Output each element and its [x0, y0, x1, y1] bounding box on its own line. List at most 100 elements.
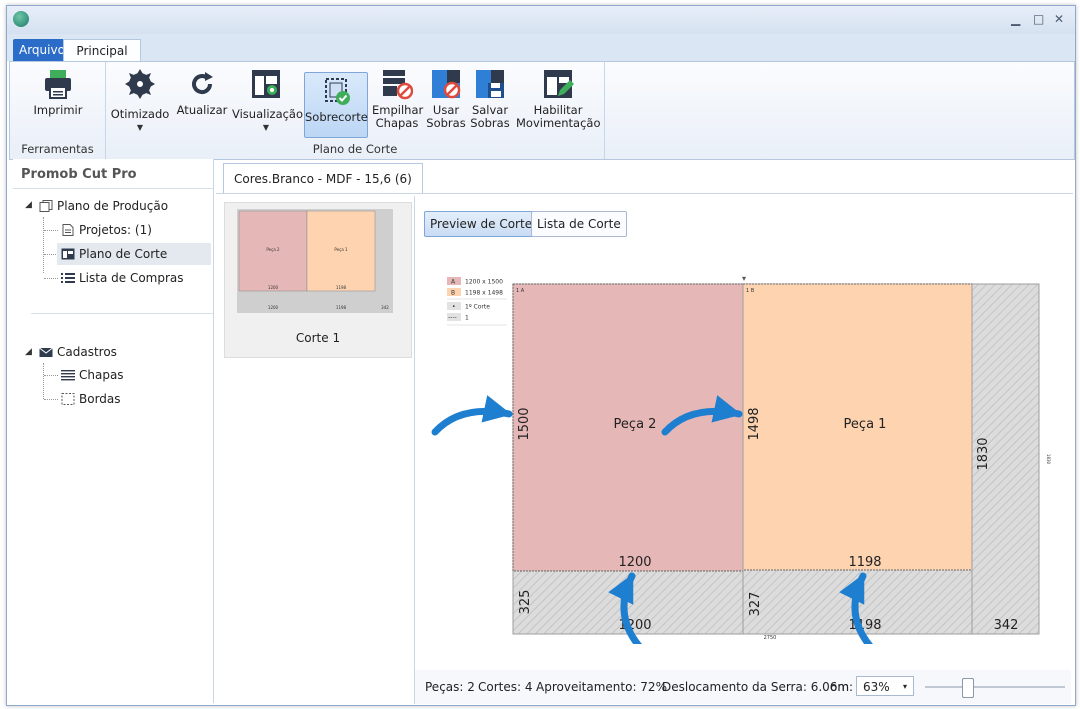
- status-bar: Peças: 2 Cortes: 4 Aproveitamento: 72% D…: [415, 670, 1071, 704]
- sheet-edge-label: 1830: [1046, 454, 1051, 465]
- optimized-dropdown-caret: ▼: [136, 123, 144, 132]
- bottom-right-height: 327: [748, 592, 763, 617]
- thumb-piece2-width: 1200: [268, 285, 279, 290]
- piece2-height: 1500: [517, 407, 532, 440]
- overcut-icon: [320, 75, 352, 107]
- piece2-label: Peça 2: [614, 417, 657, 432]
- cut-list-button[interactable]: Lista de Corte: [531, 211, 627, 237]
- use-leftovers-button[interactable]: Usar Sobras: [426, 68, 466, 130]
- tree-item-edges[interactable]: Bordas: [61, 388, 121, 410]
- chevron-down-icon: ▾: [902, 682, 907, 691]
- save-leftovers-button[interactable]: Salvar Sobras: [470, 68, 510, 130]
- group-ferramentas: Imprimir Ferramentas: [10, 62, 106, 159]
- status-pieces: Peças: 2: [425, 680, 475, 694]
- sheets-icon: [61, 370, 75, 381]
- stack-sheets-label-2: Chapas: [375, 116, 419, 130]
- legend-line-key: ----: [448, 315, 457, 322]
- maximize-button[interactable]: □: [1033, 12, 1044, 26]
- annotation-arrow-left: [431, 395, 513, 436]
- documents-icon: [39, 200, 53, 212]
- close-button[interactable]: ✕: [1054, 12, 1064, 26]
- document-tab[interactable]: Cores.Branco - MDF - 15,6 (6): [223, 163, 423, 194]
- enable-movement-button[interactable]: Habilitar Movimentação: [516, 68, 601, 130]
- status-saw-travel: Deslocamento da Serra: 6.06m: [662, 680, 850, 694]
- save-leftovers-icon: [474, 68, 506, 100]
- use-leftovers-icon: [430, 68, 462, 100]
- tree-label: Plano de Produção: [57, 199, 169, 213]
- zoom-value: 63%: [863, 680, 890, 694]
- cut-thumbnail-preview: Peça 2 Peça 1 1200 1198 1200 1198 342: [237, 209, 393, 313]
- group-label-ferramentas: Ferramentas: [21, 142, 94, 156]
- view-label: Visualização: [232, 107, 304, 121]
- app-logo-icon: [13, 11, 29, 27]
- thumbnail-column: Peça 2 Peça 1 1200 1198 1200 1198 342 Co…: [218, 196, 415, 704]
- piece1-label: Peça 1: [844, 417, 887, 432]
- thumb-piece1-label: Peça 1: [334, 247, 348, 252]
- zoom-slider-track[interactable]: [925, 686, 1065, 688]
- tree-label: Chapas: [79, 368, 124, 382]
- view-dropdown-caret: ▼: [262, 123, 270, 132]
- thumb-piece1-width: 1198: [336, 285, 347, 290]
- mail-icon: [39, 347, 53, 357]
- minimize-button[interactable]: ▁: [1011, 12, 1020, 26]
- piece1-width: 1198: [848, 555, 881, 570]
- status-yield: Aproveitamento: 72%: [536, 680, 667, 694]
- list-icon: [61, 273, 75, 283]
- saw-blade-icon: [124, 68, 156, 100]
- refresh-icon: [186, 68, 218, 100]
- tree-item-production-plan[interactable]: Plano de Produção: [39, 195, 168, 217]
- tree-label: Cadastros: [57, 345, 117, 359]
- enable-movement-label-2: Movimentação: [516, 116, 601, 130]
- tree-item-cut-plan[interactable]: Plano de Corte: [57, 243, 211, 265]
- piece2-tag: 1 A: [516, 288, 525, 294]
- use-leftovers-label-2: Sobras: [426, 116, 466, 130]
- cut-marker: ▾: [742, 274, 746, 283]
- title-bar: ▁ □ ✕: [7, 6, 1075, 34]
- tree-item-sheets[interactable]: Chapas: [61, 364, 124, 386]
- optimized-label: Otimizado: [110, 107, 170, 121]
- cut-plan-icon: [61, 248, 75, 260]
- piece1-height: 1498: [747, 407, 762, 440]
- optimized-button[interactable]: Otimizado ▼: [110, 68, 170, 134]
- tree-item-projects[interactable]: Projetos: (1): [61, 219, 152, 241]
- zoom-label: om:: [830, 680, 854, 694]
- tree-toggle-registers[interactable]: ◢: [25, 347, 32, 357]
- group-plano-de-corte: Otimizado ▼ Atualizar Visualização ▼ Sob…: [106, 62, 605, 159]
- print-label: Imprimir: [33, 103, 83, 117]
- layout-view-icon: [250, 68, 282, 100]
- ribbon-panel: Imprimir Ferramentas Otimizado ▼ Atualiz…: [9, 61, 1075, 160]
- legend-b-key: B: [451, 290, 455, 297]
- tab-principal[interactable]: Principal: [63, 39, 141, 62]
- thumb-piece2-label: Peça 2: [266, 247, 280, 252]
- thumb-side-width: 342: [381, 305, 389, 310]
- print-button[interactable]: Imprimir: [32, 68, 84, 117]
- stack-sheets-button[interactable]: Empilhar Chapas: [372, 68, 423, 130]
- legend-cut-label: 1º Corte: [465, 304, 490, 311]
- piece2-width: 1200: [618, 555, 651, 570]
- status-cuts: Cortes: 4: [478, 680, 533, 694]
- tree-toggle-production[interactable]: ◢: [25, 200, 32, 210]
- sheet-width: 2750: [764, 635, 777, 641]
- legend-line-label: 1: [465, 315, 469, 322]
- refresh-button[interactable]: Atualizar: [176, 68, 228, 117]
- preview-cut-button[interactable]: Preview de Corte: [424, 211, 539, 237]
- tree-label: Projetos: (1): [79, 223, 152, 237]
- side-waste-width: 342: [994, 618, 1019, 633]
- view-button[interactable]: Visualização ▼: [232, 68, 304, 134]
- tree-item-shopping-list[interactable]: Lista de Compras: [61, 267, 184, 289]
- sheet-height: 1830: [976, 437, 991, 470]
- enable-movement-icon: [542, 68, 574, 100]
- legend-b-size: 1198 x 1498: [465, 290, 503, 297]
- save-leftovers-label-2: Sobras: [470, 116, 510, 130]
- zoom-slider-thumb[interactable]: [962, 678, 974, 698]
- refresh-label: Atualizar: [176, 103, 228, 117]
- legend-a-size: 1200 x 1500: [465, 279, 503, 286]
- tree-item-registers[interactable]: Cadastros: [39, 341, 117, 363]
- overcut-button[interactable]: Sobrecorte: [304, 72, 368, 138]
- tree-label: Bordas: [79, 392, 121, 406]
- edges-icon: [61, 393, 75, 405]
- cut-thumbnail-card[interactable]: Peça 2 Peça 1 1200 1198 1200 1198 342 Co…: [224, 202, 412, 358]
- printer-icon: [42, 68, 74, 100]
- zoom-select[interactable]: 63% ▾: [856, 676, 914, 696]
- app-window: ▁ □ ✕ Arquivo Principal Imprimir Ferrame…: [6, 5, 1076, 706]
